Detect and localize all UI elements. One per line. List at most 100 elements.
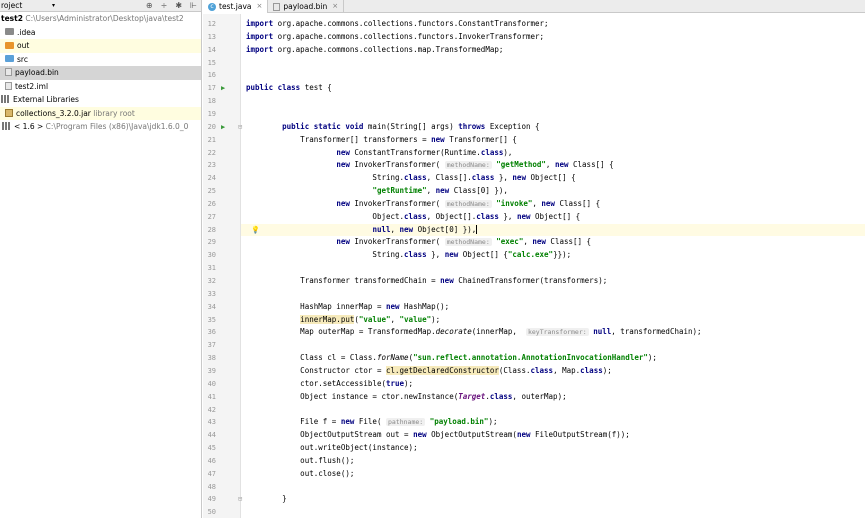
code-line[interactable]: Transformer transformedChain = new Chain… [241,275,865,288]
java-class-icon: c [208,2,216,11]
line-number: 26 [207,199,216,208]
tab-test-java[interactable]: c test.java × [203,0,269,13]
code-line[interactable]: String.class, Class[].class }, new Objec… [241,172,865,185]
tree-item-jdk[interactable]: < 1.6 > C:\Program Files (x86)\Java\jdk1… [0,120,201,134]
code-line[interactable] [241,95,865,108]
code-line[interactable]: new InvokerTransformer( methodName: "inv… [241,198,865,211]
line-number: 27 [207,212,216,221]
code-line[interactable]: Class cl = Class.forName("sun.reflect.an… [241,352,865,365]
line-number: 18 [207,97,216,106]
code-line[interactable]: String.class }, new Object[] {"calc.exe"… [241,249,865,262]
code-line[interactable] [241,339,865,352]
line-number: 36 [207,328,216,337]
code-line[interactable]: innerMap.put("value", "value"); [241,314,865,327]
excluded-folder-icon [5,41,14,49]
code-line[interactable]: Object instance = ctor.newInstance(Targe… [241,391,865,404]
code-line[interactable]: Map outerMap = TransformedMap.decorate(i… [241,326,865,339]
line-number: 21 [207,135,216,144]
code-line[interactable]: import org.apache.commons.collections.fu… [241,18,865,31]
line-number: 29 [207,238,216,247]
tree-item-src[interactable]: src [0,53,201,67]
line-number: 22 [207,148,216,157]
line-number: 39 [207,366,216,375]
tree-item-label: test2.iml [15,81,49,91]
code-line[interactable] [241,108,865,121]
close-icon[interactable]: × [257,0,263,13]
code-line[interactable]: out.close(); [241,468,865,481]
line-number: 41 [207,392,216,401]
code-area[interactable]: import org.apache.commons.collections.fu… [241,14,865,518]
hide-panel-icon[interactable]: ⊩ [190,0,197,12]
code-editor[interactable]: 12 13 14 15 16 17 18 19 20 21 22 23 24 25 26 27 28 29 30 31… [203,14,865,518]
tree-item-hint: C:\Program Files (x86)\Java\jdk1.6.0_0 [45,122,189,131]
code-line[interactable]: new InvokerTransformer( methodName: "exe… [241,236,865,249]
run-class-icon[interactable]: ▶ [221,82,225,95]
tree-item-label: < 1.6 > [14,122,44,131]
jar-icon [5,108,13,117]
code-line[interactable]: Object.class, Object[].class }, new Obje… [241,211,865,224]
code-line[interactable] [241,57,865,70]
code-line[interactable]: import org.apache.commons.collections.ma… [241,44,865,57]
code-line[interactable]: ObjectOutputStream out = new ObjectOutpu… [241,429,865,442]
project-panel: roject ▾ ⊕ ÷ ✱ ⊩ test2 C:\Users\Administ… [0,0,202,518]
folder-icon [5,28,14,35]
tree-item-payload-bin[interactable]: payload.bin [0,66,201,80]
code-line[interactable]: public class test { [241,82,865,95]
code-line[interactable] [241,506,865,518]
tree-item-external-libraries[interactable]: External Libraries [0,93,201,107]
line-number: 16 [207,71,216,80]
line-number: 33 [207,289,216,298]
code-line[interactable]: Constructor ctor = cl.getDeclaredConstru… [241,365,865,378]
tree-item-test2-iml[interactable]: test2.iml [0,80,201,94]
code-line[interactable] [241,481,865,494]
code-line[interactable]: null, new Object[0] }), [241,223,865,237]
line-number: 37 [207,341,216,350]
source-folder-icon [5,55,14,62]
line-number: 23 [207,161,216,170]
gear-icon[interactable]: ✱ [175,0,182,12]
code-line[interactable]: Transformer[] transformers = new Transfo… [241,134,865,147]
code-line[interactable]: public static void main(String[] args) t… [241,121,865,134]
line-number: 25 [207,187,216,196]
tree-item-test2[interactable]: test2 C:\Users\Administrator\Desktop\jav… [0,12,201,26]
line-number: 34 [207,302,216,311]
code-line[interactable]: out.flush(); [241,455,865,468]
project-view-selector[interactable]: roject [1,1,22,10]
editor-tabs: c test.java × payload.bin × [203,0,865,13]
run-main-icon[interactable]: ▶ [221,121,225,134]
line-number: 49 [207,495,216,504]
code-line[interactable]: new InvokerTransformer( methodName: "get… [241,159,865,172]
file-icon [273,2,281,11]
tree-item-collections-jar[interactable]: collections_3.2.0.jar library root [0,106,201,120]
code-line[interactable]: } [241,493,865,506]
code-line[interactable]: HashMap innerMap = new HashMap(); [241,301,865,314]
code-line[interactable]: "getRuntime", new Class[0] }), [241,185,865,198]
intention-bulb-icon[interactable]: 💡 [251,224,260,237]
tree-item-label: out [17,41,30,50]
editor-gutter: 12 13 14 15 16 17 18 19 20 21 22 23 24 25 26 27 28 29 30 31… [203,14,242,518]
chevron-down-icon[interactable]: ▾ [52,0,55,12]
tree-item-idea[interactable]: .idea [0,26,201,40]
code-line[interactable] [241,288,865,301]
collapse-icon[interactable]: ÷ [161,0,168,12]
line-number: 48 [207,482,216,491]
tree-item-label: src [17,54,28,64]
code-line[interactable]: ctor.setAccessible(true); [241,378,865,391]
code-line[interactable] [241,262,865,275]
close-icon[interactable]: × [332,0,338,13]
code-line[interactable] [241,69,865,82]
tree-item-label: collections_3.2.0.jar [16,108,91,118]
code-line[interactable]: import org.apache.commons.collections.fu… [241,31,865,44]
code-line[interactable]: File f = new File( pathname: "payload.bi… [241,416,865,429]
module-path: C:\Users\Administrator\Desktop\java\test… [25,14,184,23]
tab-payload-bin[interactable]: payload.bin × [268,0,345,13]
tree-item-hint: library root [93,108,135,118]
tab-label: payload.bin [283,2,328,11]
scope-icon[interactable]: ⊕ [146,0,153,12]
line-number: 30 [207,251,216,260]
line-number: 47 [207,469,216,478]
code-line[interactable] [241,404,865,417]
code-line[interactable]: out.writeObject(instance); [241,442,865,455]
code-line[interactable]: new ConstantTransformer(Runtime.class), [241,147,865,160]
tree-item-out[interactable]: out [0,39,201,53]
